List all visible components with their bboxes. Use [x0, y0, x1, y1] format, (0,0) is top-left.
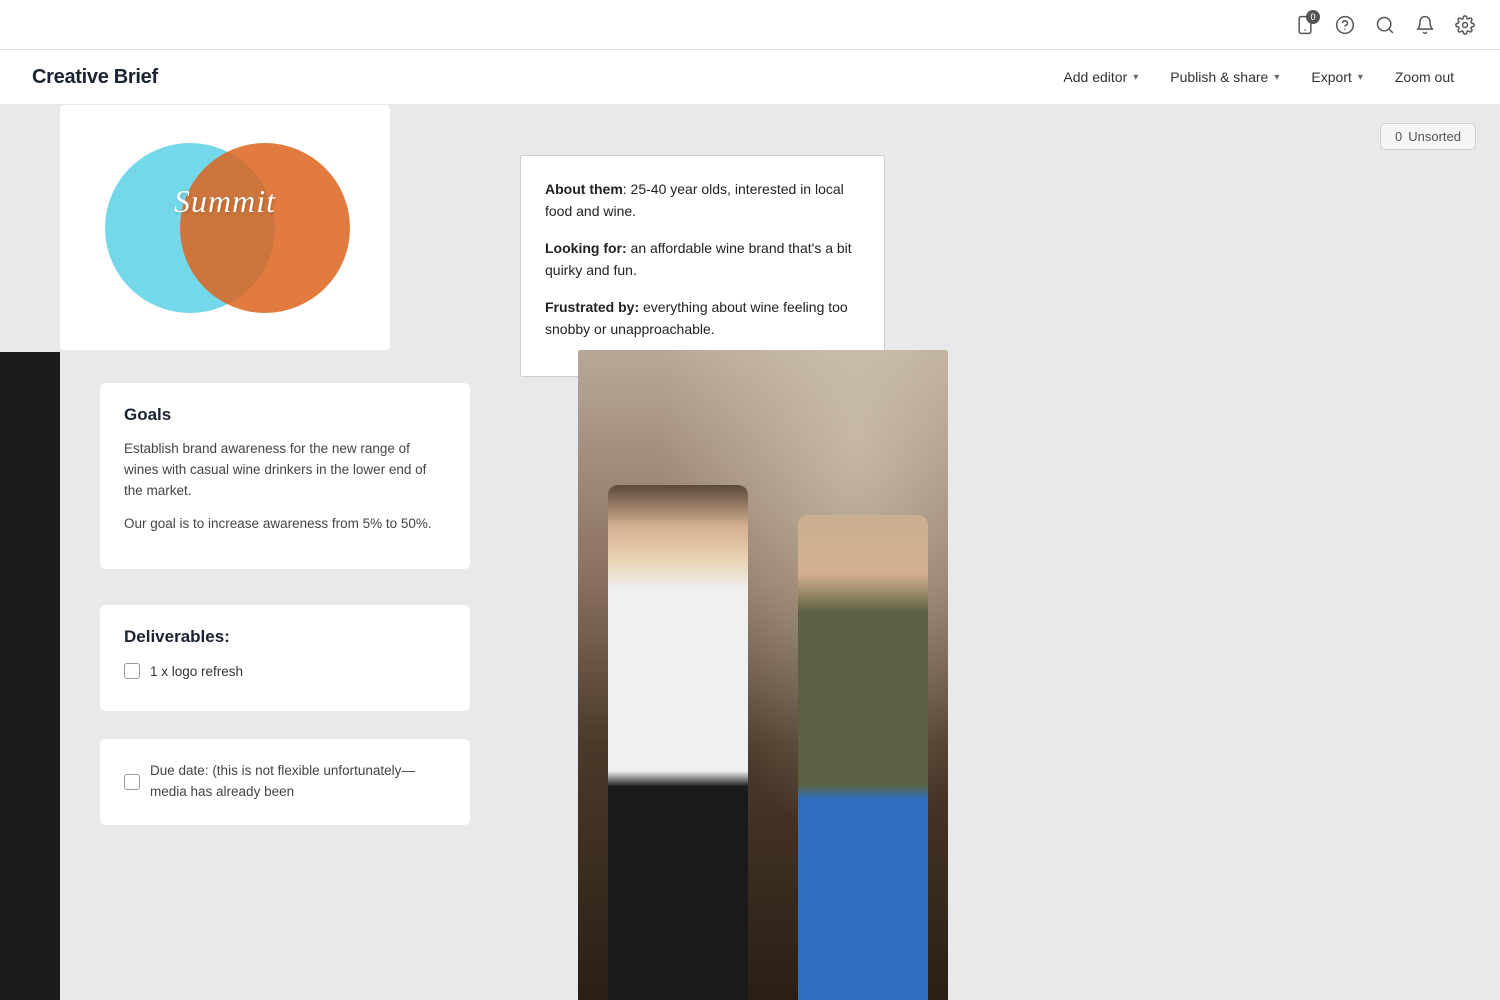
publish-share-button[interactable]: Publish & share ▾ [1156, 62, 1293, 92]
unsorted-label: Unsorted [1408, 129, 1461, 144]
deliverable-item-1[interactable]: 1 x logo refresh [124, 663, 446, 679]
goals-card[interactable]: Goals Establish brand awareness for the … [100, 383, 470, 569]
dark-sidebar-bar [0, 352, 60, 1000]
deliverable-label-1: 1 x logo refresh [150, 664, 243, 679]
toolbar-actions: Add editor ▾ Publish & share ▾ Export ▾ … [1049, 62, 1468, 92]
help-icon[interactable] [1334, 14, 1356, 36]
deliverables-heading: Deliverables: [124, 627, 446, 647]
document-title: Creative Brief [32, 66, 158, 89]
logo-card[interactable]: Summit [60, 105, 390, 350]
due-date-row[interactable]: Due date: (this is not flexible unfortun… [124, 761, 446, 803]
due-date-checkbox[interactable] [124, 774, 140, 790]
settings-icon[interactable] [1454, 14, 1476, 36]
about-card[interactable]: About them: 25-40 year olds, interested … [520, 155, 885, 377]
main-toolbar: Creative Brief Add editor ▾ Publish & sh… [0, 50, 1500, 105]
goals-heading: Goals [124, 405, 446, 425]
couple-photo [578, 350, 948, 1000]
due-date-label: Due date: [150, 763, 209, 778]
person-right-silhouette [798, 515, 928, 1000]
export-chevron: ▾ [1358, 72, 1363, 83]
person-left-silhouette [608, 485, 748, 1000]
brand-logo-text: Summit [135, 183, 315, 220]
canvas-area: 0 Unsorted Summit Goals Establish brand … [0, 105, 1500, 1000]
venn-diagram: Summit [85, 128, 365, 328]
export-button[interactable]: Export ▾ [1297, 62, 1377, 92]
bell-icon[interactable] [1414, 14, 1436, 36]
publish-share-label: Publish & share [1170, 69, 1268, 85]
venn-circle-right [180, 143, 350, 313]
due-date-text: Due date: (this is not flexible unfortun… [150, 761, 446, 803]
due-date-card[interactable]: Due date: (this is not flexible unfortun… [100, 739, 470, 825]
publish-share-chevron: ▾ [1274, 72, 1279, 83]
phone-icon[interactable]: 0 [1294, 14, 1316, 36]
phone-badge: 0 [1306, 10, 1320, 24]
frustrated-by-paragraph: Frustrated by: everything about wine fee… [545, 296, 860, 341]
topbar-icons: 0 [1294, 14, 1476, 36]
unsorted-badge[interactable]: 0 Unsorted [1380, 123, 1476, 150]
search-icon[interactable] [1374, 14, 1396, 36]
zoom-out-button[interactable]: Zoom out [1381, 62, 1468, 92]
add-editor-label: Add editor [1063, 69, 1127, 85]
add-editor-button[interactable]: Add editor ▾ [1049, 62, 1152, 92]
looking-for-label: Looking for: [545, 240, 627, 256]
frustrated-by-label: Frustrated by: [545, 299, 639, 315]
deliverable-checkbox-1[interactable] [124, 663, 140, 679]
goals-paragraph-2: Our goal is to increase awareness from 5… [124, 514, 446, 535]
unsorted-count: 0 [1395, 129, 1402, 144]
goals-paragraph-1: Establish brand awareness for the new ra… [124, 439, 446, 502]
add-editor-chevron: ▾ [1133, 72, 1138, 83]
export-label: Export [1311, 69, 1351, 85]
about-paragraph-1: About them: 25-40 year olds, interested … [545, 178, 860, 223]
looking-for-paragraph: Looking for: an affordable wine brand th… [545, 237, 860, 282]
deliverables-card[interactable]: Deliverables: 1 x logo refresh [100, 605, 470, 711]
top-icon-bar: 0 [0, 0, 1500, 50]
about-label: About them [545, 181, 623, 197]
